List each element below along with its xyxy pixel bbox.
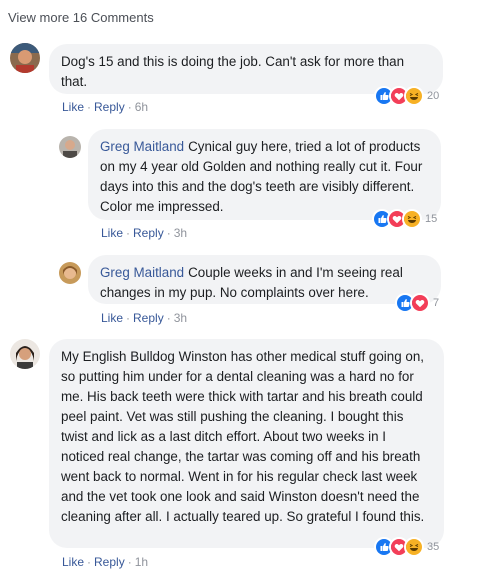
reactions-summary[interactable]: 7 bbox=[395, 293, 439, 313]
haha-reaction-icon bbox=[404, 537, 424, 557]
avatar[interactable] bbox=[59, 136, 81, 158]
reply-link[interactable]: Reply bbox=[133, 311, 164, 325]
separator: · bbox=[126, 226, 131, 240]
like-link[interactable]: Like bbox=[62, 555, 84, 569]
reactions-summary[interactable]: 15 bbox=[372, 209, 437, 229]
separator: · bbox=[126, 311, 131, 325]
reaction-count: 7 bbox=[433, 297, 440, 309]
avatar[interactable] bbox=[10, 43, 40, 73]
comment-actions: Like · Reply · 6h bbox=[62, 100, 148, 114]
comment-bubble: My English Bulldog Winston has other med… bbox=[49, 339, 444, 548]
reaction-count: 35 bbox=[427, 541, 440, 553]
separator: · bbox=[127, 555, 132, 569]
love-reaction-icon bbox=[410, 293, 430, 313]
reactions-summary[interactable]: 35 bbox=[374, 537, 439, 557]
comment-author[interactable]: Greg Maitland bbox=[100, 265, 184, 280]
avatar[interactable] bbox=[10, 339, 40, 369]
reply-link[interactable]: Reply bbox=[94, 100, 125, 114]
separator: · bbox=[127, 100, 132, 114]
like-link[interactable]: Like bbox=[101, 311, 123, 325]
like-link[interactable]: Like bbox=[101, 226, 123, 240]
separator: · bbox=[166, 311, 171, 325]
comment-author[interactable]: Greg Maitland bbox=[100, 139, 184, 154]
timestamp[interactable]: 3h bbox=[174, 311, 187, 325]
comment-text: Dog's 15 and this is doing the job. Can'… bbox=[61, 54, 405, 89]
comment-actions: Like · Reply · 3h bbox=[101, 311, 187, 325]
timestamp[interactable]: 6h bbox=[135, 100, 148, 114]
comment-bubble: Greg Maitland Cynical guy here, tried a l… bbox=[88, 129, 441, 220]
reaction-count: 20 bbox=[427, 90, 440, 102]
separator: · bbox=[87, 100, 92, 114]
like-link[interactable]: Like bbox=[62, 100, 84, 114]
view-more-comments-link[interactable]: View more 16 Comments bbox=[8, 10, 154, 25]
haha-reaction-icon bbox=[404, 86, 424, 106]
reaction-count: 15 bbox=[425, 213, 438, 225]
avatar[interactable] bbox=[59, 262, 81, 284]
reply-link[interactable]: Reply bbox=[94, 555, 125, 569]
separator: · bbox=[87, 555, 92, 569]
timestamp[interactable]: 3h bbox=[174, 226, 187, 240]
comment-bubble: Greg Maitland Couple weeks in and I'm see… bbox=[88, 255, 441, 304]
reactions-summary[interactable]: 20 bbox=[374, 86, 439, 106]
separator: · bbox=[166, 226, 171, 240]
timestamp[interactable]: 1h bbox=[135, 555, 148, 569]
comment-actions: Like · Reply · 3h bbox=[101, 226, 187, 240]
comment-actions: Like · Reply · 1h bbox=[62, 555, 148, 569]
comment-text: My English Bulldog Winston has other med… bbox=[61, 349, 425, 524]
haha-reaction-icon bbox=[402, 209, 422, 229]
reply-link[interactable]: Reply bbox=[133, 226, 164, 240]
